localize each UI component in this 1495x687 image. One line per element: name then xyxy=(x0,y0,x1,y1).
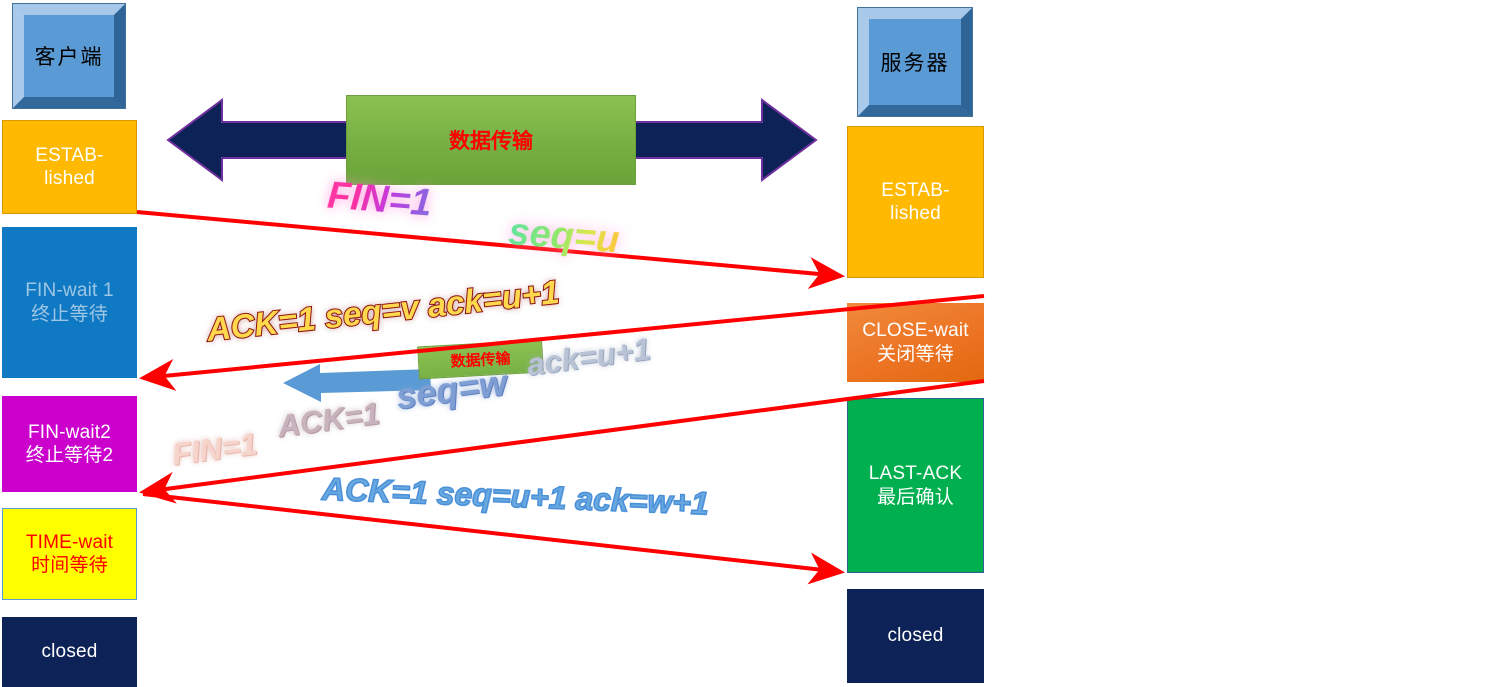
arrow-fin-ack-server-to-client xyxy=(139,379,985,504)
arrow-fin-client-to-server xyxy=(136,210,845,290)
message-arrow-layer xyxy=(136,210,985,585)
arrow-final-ack-client-to-server xyxy=(142,492,845,585)
arrow-ack-server-to-client xyxy=(139,294,985,391)
tcp-termination-diagram: 客户端 服务器 数据传输 ESTAB- lished FIN-wait 1 终止… xyxy=(0,0,1495,687)
